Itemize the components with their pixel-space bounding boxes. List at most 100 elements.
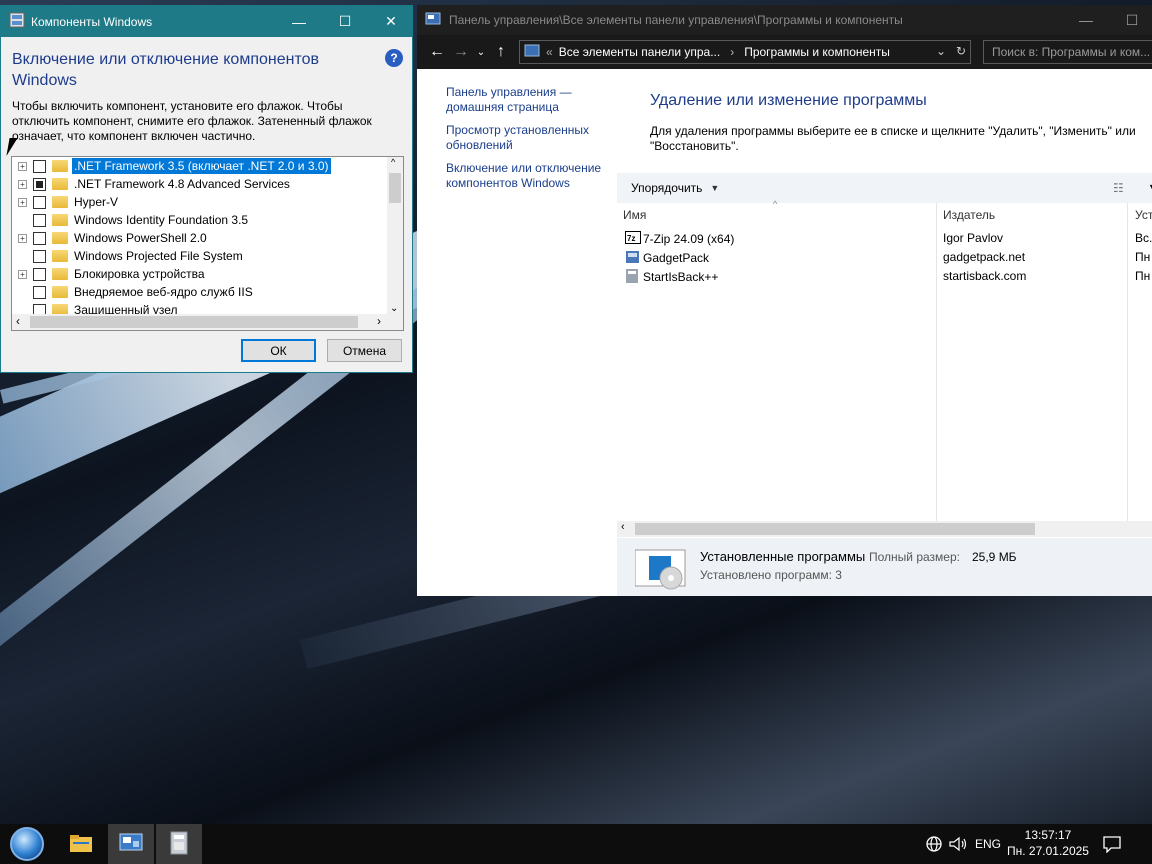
- address-bar[interactable]: « Все элементы панели упра... › Программ…: [519, 40, 971, 64]
- forward-arrow-icon[interactable]: →: [449, 40, 473, 64]
- feature-checkbox[interactable]: [33, 249, 46, 263]
- scrollbar-thumb[interactable]: [635, 523, 1035, 535]
- feature-checkbox[interactable]: [33, 285, 46, 299]
- language-indicator[interactable]: ENG: [975, 824, 1001, 864]
- view-dropdown-icon[interactable]: ▼: [1148, 182, 1152, 192]
- taskbar-control-panel[interactable]: [108, 824, 154, 864]
- window-title: Панель управления\Все элементы панели уп…: [449, 13, 903, 27]
- scrollbar-thumb[interactable]: [389, 173, 401, 203]
- windows-features-dialog: Компоненты Windows — ☐ ✕ Включение или о…: [0, 5, 413, 373]
- feature-item[interactable]: Windows Identity Foundation 3.5: [12, 211, 250, 229]
- control-panel-icon: [524, 44, 540, 61]
- column-publisher[interactable]: Издатель: [943, 208, 995, 222]
- feature-label: Внедряемое веб-ядро служб IIS: [74, 285, 253, 299]
- feature-checkbox[interactable]: [33, 177, 46, 191]
- address-overflow[interactable]: «: [546, 45, 553, 59]
- ok-button[interactable]: ОК: [241, 339, 316, 362]
- column-installed[interactable]: Уст: [1135, 208, 1152, 222]
- nav-link-windows-features[interactable]: Включение или отключение компонентов Win…: [446, 161, 616, 191]
- startisback-icon: [625, 269, 641, 283]
- close-button[interactable]: ✕: [368, 6, 414, 37]
- address-dropdown-icon[interactable]: ⌄: [936, 44, 946, 58]
- table-row[interactable]: StartIsBack++ startisback.com Пн: [617, 267, 1152, 286]
- help-icon[interactable]: ?: [385, 49, 403, 67]
- program-installed: Пн: [1135, 269, 1151, 283]
- folder-icon: [52, 196, 68, 208]
- cancel-button[interactable]: Отмена: [327, 339, 402, 362]
- notifications-icon[interactable]: [1102, 824, 1122, 864]
- maximize-button[interactable]: ☐: [322, 6, 368, 37]
- details-pane: Установленные программы Полный размер: 2…: [617, 538, 1152, 596]
- program-list: 7z 7-Zip 24.09 (x64) Igor Pavlov Вс. Gadg…: [617, 229, 1152, 286]
- folder-icon: [52, 250, 68, 262]
- taskbar-explorer[interactable]: [58, 824, 104, 864]
- column-headers: Имя ^ Издатель Уст: [617, 199, 1152, 227]
- feature-checkbox[interactable]: [33, 267, 46, 281]
- scroll-down-icon[interactable]: ⌄: [390, 303, 398, 314]
- feature-item[interactable]: + Блокировка устройства: [12, 265, 207, 283]
- feature-label: .NET Framework 3.5 (включает .NET 2.0 и …: [71, 157, 332, 175]
- folder-icon: [52, 268, 68, 280]
- refresh-icon[interactable]: ↻: [956, 44, 966, 58]
- recent-locations-chevron-icon[interactable]: ⌄: [473, 40, 489, 64]
- details-title: Установленные программы: [700, 549, 866, 564]
- minimize-button[interactable]: —: [276, 6, 322, 37]
- scroll-up-icon[interactable]: ^: [391, 157, 395, 167]
- navigation-bar: ← → ⌄ ↑ « Все элементы панели упра... › …: [417, 35, 1152, 69]
- clock-date: Пн. 27.01.2025: [1007, 844, 1089, 858]
- scroll-left-icon[interactable]: ‹: [16, 314, 20, 328]
- organize-dropdown-icon[interactable]: ▼: [710, 183, 719, 193]
- features-tree: + .NET Framework 3.5 (включает .NET 2.0 …: [11, 156, 404, 331]
- control-panel-icon: [119, 832, 143, 857]
- breadcrumb-programs[interactable]: Программы и компоненты: [744, 45, 890, 59]
- left-nav: Панель управления — домашняя страница Пр…: [446, 85, 616, 199]
- volume-icon[interactable]: [948, 824, 968, 864]
- page-description: Для удаления программы выберите ее в спи…: [650, 124, 1136, 153]
- feature-item[interactable]: Внедряемое веб-ядро служб IIS: [12, 283, 255, 301]
- installed-programs-icon: [634, 546, 687, 590]
- horizontal-scrollbar[interactable]: ‹: [617, 521, 1152, 537]
- table-row[interactable]: GadgetPack gadgetpack.net Пн: [617, 248, 1152, 267]
- back-arrow-icon[interactable]: ←: [425, 40, 449, 64]
- feature-item[interactable]: + Windows PowerShell 2.0: [12, 229, 209, 247]
- expand-icon[interactable]: +: [18, 197, 27, 207]
- expand-icon[interactable]: +: [18, 233, 27, 243]
- expand-icon[interactable]: +: [18, 269, 27, 279]
- feature-item[interactable]: + .NET Framework 3.5 (включает .NET 2.0 …: [12, 157, 332, 175]
- vertical-scrollbar[interactable]: ^ ⌄: [387, 157, 403, 314]
- start-button[interactable]: [4, 824, 50, 864]
- horizontal-scrollbar[interactable]: ‹ ›: [12, 314, 403, 330]
- scroll-right-icon[interactable]: ›: [377, 314, 381, 328]
- program-name: StartIsBack++: [643, 270, 719, 284]
- view-options-icon[interactable]: ☷: [1113, 181, 1124, 195]
- maximize-button[interactable]: ☐: [1109, 5, 1152, 35]
- breadcrumb-all-items[interactable]: Все элементы панели упра...: [559, 45, 721, 59]
- up-arrow-icon[interactable]: ↑: [489, 40, 513, 64]
- folder-icon: [52, 214, 68, 226]
- column-name[interactable]: Имя: [623, 208, 646, 222]
- taskbar-windows-features[interactable]: [156, 824, 202, 864]
- feature-label: Windows PowerShell 2.0: [74, 231, 207, 245]
- feature-checkbox[interactable]: [33, 213, 46, 227]
- table-row[interactable]: 7z 7-Zip 24.09 (x64) Igor Pavlov Вс.: [617, 229, 1152, 248]
- feature-item[interactable]: Windows Projected File System: [12, 247, 245, 265]
- breadcrumb-separator[interactable]: ›: [730, 45, 734, 59]
- expand-icon[interactable]: +: [18, 161, 27, 171]
- feature-checkbox[interactable]: [33, 231, 46, 245]
- feature-item[interactable]: + Hyper-V: [12, 193, 120, 211]
- windows-features-icon: [9, 12, 25, 31]
- nav-link-installed-updates[interactable]: Просмотр установленных обновлений: [446, 123, 616, 153]
- scrollbar-thumb[interactable]: [30, 316, 358, 328]
- folder-icon: [52, 160, 68, 172]
- network-icon[interactable]: [925, 824, 943, 864]
- minimize-button[interactable]: —: [1063, 5, 1109, 35]
- clock[interactable]: 13:57:17 Пн. 27.01.2025: [1006, 827, 1090, 859]
- nav-link-home[interactable]: Панель управления — домашняя страница: [446, 85, 616, 115]
- expand-icon[interactable]: +: [18, 179, 27, 189]
- feature-item[interactable]: + .NET Framework 4.8 Advanced Services: [12, 175, 292, 193]
- feature-checkbox[interactable]: [33, 195, 46, 209]
- feature-checkbox[interactable]: [33, 159, 46, 173]
- scroll-left-icon[interactable]: ‹: [621, 521, 625, 533]
- organize-button[interactable]: Упорядочить: [631, 181, 702, 195]
- search-input[interactable]: Поиск в: Программы и ком...: [983, 40, 1152, 64]
